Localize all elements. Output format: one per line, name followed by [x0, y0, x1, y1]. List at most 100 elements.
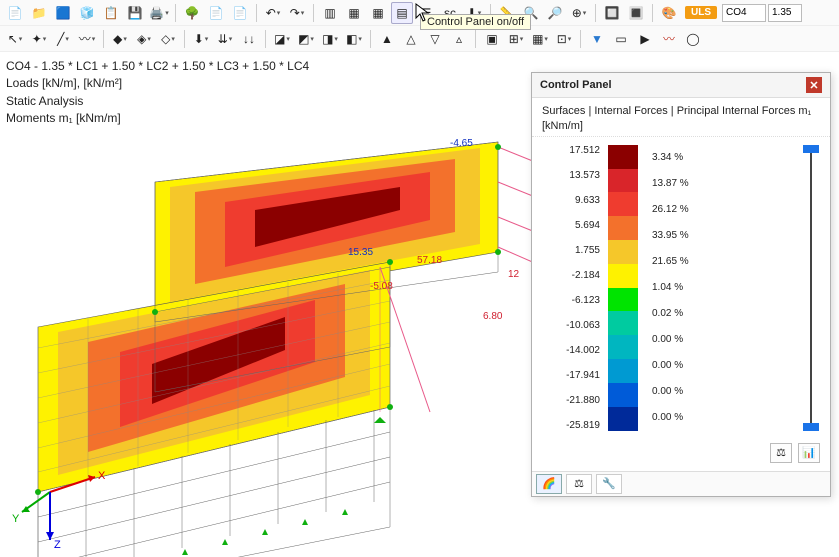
- support4-icon[interactable]: ▵: [448, 28, 470, 50]
- info-loads: Loads [kN/m], [kN/m²]: [6, 75, 309, 92]
- slider-handle-bottom[interactable]: [803, 423, 819, 431]
- legend-segment: [608, 192, 638, 216]
- cloud-icon[interactable]: 🟦: [52, 2, 74, 24]
- tree-icon[interactable]: 🌳: [181, 2, 203, 24]
- tab-colorscale-icon[interactable]: 🌈: [536, 474, 562, 494]
- legend-values: 17.51213.573 9.6335.694 1.755-2.184 -6.1…: [542, 145, 600, 431]
- cursor-icon[interactable]: ↖: [4, 28, 26, 50]
- circle-icon[interactable]: ◯: [682, 28, 704, 50]
- uls-badge: ULS: [685, 6, 717, 19]
- combo-field[interactable]: [722, 4, 766, 22]
- save-icon[interactable]: 💾: [124, 2, 146, 24]
- control-panel-buttons: ⚖ 📊: [532, 439, 830, 471]
- support3-icon[interactable]: ▽: [424, 28, 446, 50]
- result2-icon[interactable]: ◩: [295, 28, 317, 50]
- legend-segment: [608, 216, 638, 240]
- control-panel-title: Control Panel: [540, 79, 612, 91]
- info-block: CO4 - 1.35 * LC1 + 1.50 * LC2 + 1.50 * L…: [6, 58, 309, 128]
- separator: [370, 30, 371, 48]
- snap-icon[interactable]: ⊡: [553, 28, 575, 50]
- tooltip: Control Panel on/off: [420, 14, 531, 30]
- solid-icon[interactable]: ◈: [133, 28, 155, 50]
- factor-field[interactable]: [768, 4, 802, 22]
- separator: [313, 4, 314, 22]
- close-icon[interactable]: ✕: [806, 77, 822, 93]
- separator: [175, 4, 176, 22]
- chart-icon[interactable]: 〰: [658, 28, 680, 50]
- legend-segment: [608, 288, 638, 312]
- svg-text:-4.65: -4.65: [450, 138, 473, 149]
- separator: [103, 30, 104, 48]
- load3-icon[interactable]: ↓↓: [238, 28, 260, 50]
- support2-icon[interactable]: △: [400, 28, 422, 50]
- legend-segment: [608, 359, 638, 383]
- separator: [580, 30, 581, 48]
- line-icon[interactable]: ╱: [52, 28, 74, 50]
- edit-scale-icon[interactable]: 📊: [798, 443, 820, 463]
- legend-segment: [608, 335, 638, 359]
- window-icon[interactable]: ▭: [610, 28, 632, 50]
- doc2-icon[interactable]: 📄: [229, 2, 251, 24]
- separator: [652, 4, 653, 22]
- member-icon[interactable]: 〰: [76, 28, 98, 50]
- doc1-icon[interactable]: 📄: [205, 2, 227, 24]
- balance-apply-icon[interactable]: ⚖: [770, 443, 792, 463]
- tab-filter-icon[interactable]: 🔧: [596, 474, 622, 494]
- result3-icon[interactable]: ◨: [319, 28, 341, 50]
- svg-text:Z: Z: [54, 539, 61, 551]
- view-b-icon[interactable]: 🔳: [625, 2, 647, 24]
- control-panel-tabs: 🌈 ⚖ 🔧: [532, 471, 830, 496]
- new-icon[interactable]: 📄: [4, 2, 26, 24]
- legend-range-slider[interactable]: [802, 145, 820, 431]
- table1-icon[interactable]: ▦: [343, 2, 365, 24]
- separator: [475, 30, 476, 48]
- separator: [184, 30, 185, 48]
- result1-icon[interactable]: ◪: [271, 28, 293, 50]
- undo-icon[interactable]: ↶: [262, 2, 284, 24]
- surface-icon[interactable]: ◆: [109, 28, 131, 50]
- load2-icon[interactable]: ⇊: [214, 28, 236, 50]
- support1-icon[interactable]: ▲: [376, 28, 398, 50]
- node-icon[interactable]: ✦: [28, 28, 50, 50]
- svg-text:6.80: 6.80: [483, 311, 503, 322]
- palette-icon[interactable]: 🎨: [658, 2, 680, 24]
- frame-icon[interactable]: ▣: [481, 28, 503, 50]
- opening-icon[interactable]: ◇: [157, 28, 179, 50]
- paste-icon[interactable]: 📋: [100, 2, 122, 24]
- grid-icon[interactable]: ▦: [529, 28, 551, 50]
- load1-icon[interactable]: ⬇: [190, 28, 212, 50]
- mesh-icon[interactable]: ⊞: [505, 28, 527, 50]
- table2-icon[interactable]: ▦: [367, 2, 389, 24]
- legend-area: 17.51213.573 9.6335.694 1.755-2.184 -6.1…: [532, 137, 830, 439]
- print-icon[interactable]: 🖨️: [148, 2, 170, 24]
- info-result-type: Moments m₁ [kNm/m]: [6, 110, 309, 127]
- zoom-fit-icon[interactable]: ⊕: [568, 2, 590, 24]
- legend-percents: 3.34 %13.87 % 26.12 %33.95 % 21.65 %1.04…: [646, 145, 794, 431]
- svg-text:15.35: 15.35: [348, 247, 373, 258]
- info-analysis: Static Analysis: [6, 93, 309, 110]
- legend-colorbar: [608, 145, 638, 431]
- control-panel-titlebar[interactable]: Control Panel ✕: [532, 73, 830, 98]
- separator: [256, 4, 257, 22]
- play-icon[interactable]: ▶: [634, 28, 656, 50]
- legend-segment: [608, 311, 638, 335]
- legend-segment: [608, 264, 638, 288]
- zoom-out-icon[interactable]: 🔎: [544, 2, 566, 24]
- legend-segment: [608, 240, 638, 264]
- slider-handle-top[interactable]: [803, 145, 819, 153]
- control-panel-toggle-icon[interactable]: ▤: [391, 2, 413, 24]
- legend-segment: [608, 169, 638, 193]
- btn-calc-icon[interactable]: ▥: [319, 2, 341, 24]
- model-icon[interactable]: 🧊: [76, 2, 98, 24]
- separator: [595, 4, 596, 22]
- result4-icon[interactable]: ◧: [343, 28, 365, 50]
- open-icon[interactable]: 📁: [28, 2, 50, 24]
- redo-icon[interactable]: ↷: [286, 2, 308, 24]
- legend-segment: [608, 407, 638, 431]
- tab-factors-icon[interactable]: ⚖: [566, 474, 592, 494]
- svg-text:-5.08: -5.08: [370, 281, 393, 292]
- view-a-icon[interactable]: 🔲: [601, 2, 623, 24]
- control-panel-subtitle: Surfaces | Internal Forces | Principal I…: [532, 98, 830, 137]
- filter-icon[interactable]: ▼: [586, 28, 608, 50]
- legend-segment: [608, 145, 638, 169]
